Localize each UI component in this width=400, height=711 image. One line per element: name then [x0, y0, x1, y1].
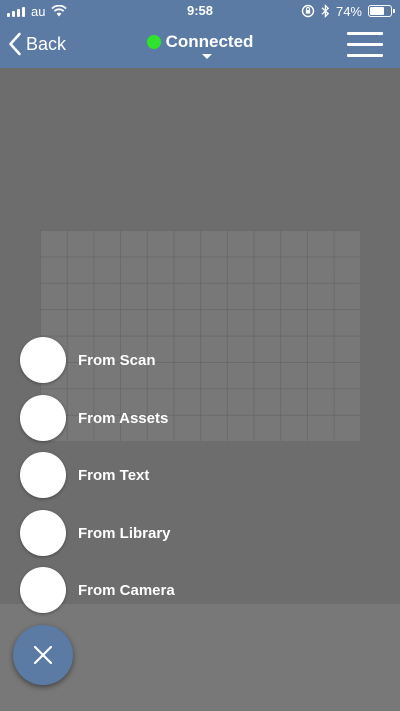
from-text-circle[interactable] — [20, 452, 66, 498]
from-camera-label: From Camera — [78, 581, 175, 599]
battery-icon — [368, 5, 395, 17]
close-icon — [33, 645, 53, 665]
top-bar: au 9:58 74% Back Connected — [0, 0, 400, 68]
from-library-button[interactable]: From Library — [20, 510, 171, 556]
from-scan-label: From Scan — [78, 351, 156, 369]
from-camera-circle[interactable] — [20, 567, 66, 613]
caret-down-icon — [202, 54, 212, 59]
connection-status[interactable]: Connected — [0, 30, 400, 59]
status-dot-icon — [146, 35, 161, 49]
from-assets-circle[interactable] — [20, 395, 66, 441]
battery-level-fill — [370, 7, 385, 15]
from-text-button[interactable]: From Text — [20, 452, 149, 498]
from-camera-button[interactable]: From Camera — [20, 567, 175, 613]
hamburger-menu-icon[interactable] — [347, 32, 383, 58]
status-bar: au 9:58 74% — [0, 0, 400, 22]
orientation-lock-icon — [301, 4, 315, 18]
battery-percent: 74% — [335, 3, 362, 19]
from-scan-circle[interactable] — [20, 337, 66, 383]
from-library-circle[interactable] — [20, 510, 66, 556]
connection-status-group[interactable]: Connected — [146, 30, 254, 59]
close-fab-button[interactable] — [13, 625, 73, 685]
from-library-label: From Library — [78, 524, 171, 542]
from-assets-label: From Assets — [78, 409, 169, 427]
status-right: 74% — [301, 3, 395, 19]
from-text-label: From Text — [78, 466, 150, 484]
connection-label: Connected — [165, 32, 254, 51]
from-scan-button[interactable]: From Scan — [20, 337, 156, 383]
bluetooth-icon — [321, 4, 330, 18]
from-assets-button[interactable]: From Assets — [20, 395, 168, 441]
